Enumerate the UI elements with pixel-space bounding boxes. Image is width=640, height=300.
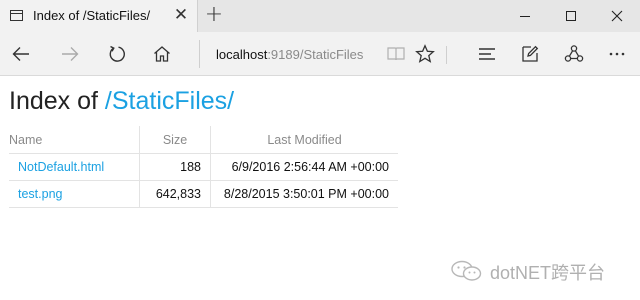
column-header-modified[interactable]: Last Modified: [210, 126, 398, 154]
page-title: Index of /StaticFiles/: [9, 87, 234, 116]
close-tab-icon[interactable]: ✕: [172, 6, 190, 24]
address-text: localhost:9189/StaticFiles: [216, 47, 363, 62]
file-name-cell: NotDefault.html: [9, 153, 140, 181]
browser-tab[interactable]: Index of /StaticFiles/ ✕: [0, 0, 198, 32]
navigation-toolbar: localhost:9189/StaticFiles: [0, 32, 640, 76]
new-tab-icon[interactable]: +: [204, 4, 224, 26]
refresh-icon[interactable]: [102, 39, 132, 69]
toolbar-separator: [446, 46, 447, 64]
watermark-text: dotNET跨平台: [490, 263, 606, 283]
file-link[interactable]: NotDefault.html: [18, 160, 104, 174]
page-title-prefix: Index of: [9, 87, 105, 115]
column-header-size[interactable]: Size: [139, 126, 211, 154]
page-title-path: /StaticFiles/: [104, 87, 235, 115]
file-size-cell: 188: [139, 153, 211, 181]
table-header-row: Name Size Last Modified: [9, 126, 398, 154]
address-host: localhost: [216, 47, 268, 62]
wechat-logo-icon: [451, 260, 482, 281]
file-listing-table: Name Size Last Modified NotDefault.html …: [9, 126, 398, 208]
share-icon[interactable]: [559, 39, 589, 69]
home-icon[interactable]: [147, 39, 177, 69]
file-modified-cell: 8/28/2015 3:50:01 PM +00:00: [210, 180, 398, 208]
file-link[interactable]: test.png: [18, 187, 62, 201]
address-path: :9189/StaticFiles: [267, 47, 364, 62]
favorite-star-icon[interactable]: [410, 39, 440, 69]
forward-arrow-icon[interactable]: [55, 39, 85, 69]
watermark: dotNET跨平台: [450, 258, 630, 283]
more-options-icon[interactable]: [602, 39, 632, 69]
minimize-icon[interactable]: [502, 0, 548, 32]
table-row: test.png 642,833 8/28/2015 3:50:01 PM +0…: [9, 180, 398, 208]
maximize-icon[interactable]: [548, 0, 594, 32]
title-bar: Index of /StaticFiles/ ✕ +: [0, 0, 640, 32]
column-header-name[interactable]: Name: [9, 126, 140, 154]
hub-icon[interactable]: [472, 39, 502, 69]
web-note-icon[interactable]: [515, 39, 545, 69]
table-row: NotDefault.html 188 6/9/2016 2:56:44 AM …: [9, 153, 398, 181]
reading-view-icon[interactable]: [381, 39, 411, 69]
tab-title: Index of /StaticFiles/: [33, 8, 151, 23]
tab-page-icon: [10, 10, 23, 21]
file-name-cell: test.png: [9, 180, 140, 208]
file-size-cell: 642,833: [139, 180, 211, 208]
window-close-icon[interactable]: [594, 0, 640, 32]
file-modified-cell: 6/9/2016 2:56:44 AM +00:00: [210, 153, 398, 181]
back-arrow-icon[interactable]: [6, 39, 36, 69]
